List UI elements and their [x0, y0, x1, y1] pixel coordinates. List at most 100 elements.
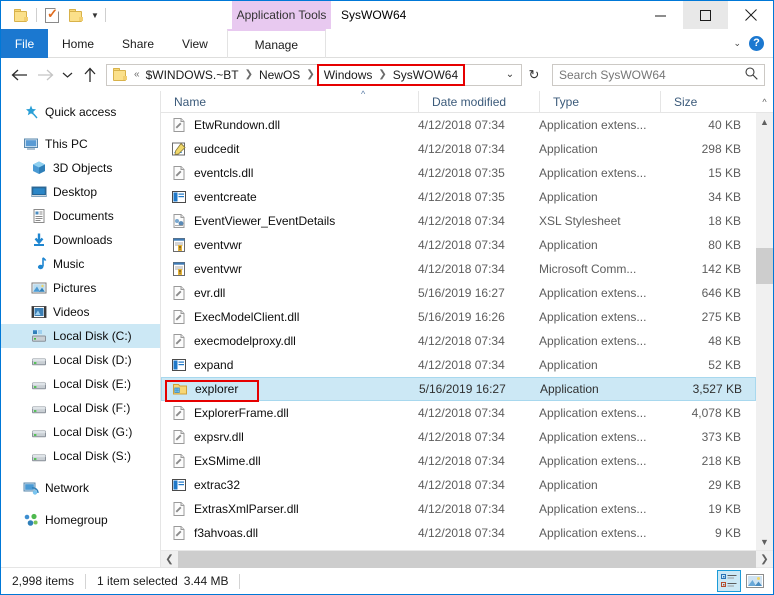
table-row[interactable]: eventvwr 4/12/2018 07:34 Microsoft Comm...… — [161, 257, 756, 281]
horizontal-scrollbar[interactable]: ❮ ❯ — [161, 550, 773, 568]
file-name-cell[interactable]: eudcedit — [161, 141, 418, 157]
sidebar-item-documents[interactable]: Documents — [1, 204, 160, 228]
file-name-cell[interactable]: ExtrasXmlParser.dll — [161, 501, 418, 517]
breadcrumb-item-syswow64[interactable]: SysWOW64 — [390, 68, 461, 82]
minimize-button[interactable] — [638, 1, 683, 29]
table-row[interactable]: explorer 5/16/2019 16:27 Application 3,527 … — [161, 377, 756, 401]
sidebar-item-3d-objects[interactable]: 3D Objects — [1, 156, 160, 180]
file-name-cell[interactable]: eventcls.dll — [161, 165, 418, 181]
sidebar-item-pictures[interactable]: Pictures — [1, 276, 160, 300]
sidebar-item-label: Desktop — [53, 185, 98, 199]
file-name-cell[interactable]: explorer — [162, 381, 419, 397]
column-header-type[interactable]: Type — [539, 90, 660, 113]
table-row[interactable]: ExtrasXmlParser.dll 4/12/2018 07:34 Applic… — [161, 497, 756, 521]
sidebar-item-downloads[interactable]: Downloads — [1, 228, 160, 252]
breadcrumb-address-box[interactable]: « $WINDOWS.~BT ❯ NewOS ❯ Windows ❯ SysWO… — [106, 63, 522, 86]
close-button[interactable] — [728, 1, 773, 29]
tab-file[interactable]: File — [1, 29, 48, 58]
file-name-cell[interactable]: extrac32 — [161, 477, 418, 493]
column-header-name[interactable]: Name ^ — [161, 89, 418, 113]
sidebar-item-local-disk-d[interactable]: Local Disk (D:) — [1, 348, 160, 372]
scroll-left-button[interactable]: ❮ — [161, 551, 178, 568]
table-row[interactable]: eventvwr 4/12/2018 07:34 Application 80 KB — [161, 233, 756, 257]
table-row[interactable]: eventcreate 4/12/2018 07:35 Application 34 … — [161, 185, 756, 209]
folder-icon[interactable] — [9, 2, 33, 28]
recent-locations-button[interactable] — [58, 62, 77, 88]
file-name-cell[interactable]: eventvwr — [161, 237, 418, 253]
search-input[interactable]: Search SysWOW64 — [552, 63, 765, 86]
table-row[interactable]: expand 4/12/2018 07:34 Application 52 KB — [161, 353, 756, 377]
file-name-cell[interactable]: eventvwr — [161, 261, 418, 277]
vertical-scroll-thumb[interactable] — [756, 248, 773, 284]
table-row[interactable]: execmodelproxy.dll 4/12/2018 07:34 Applica… — [161, 329, 756, 353]
chevron-down-icon[interactable]: ⌄ — [499, 69, 521, 80]
tab-share[interactable]: Share — [108, 29, 168, 58]
scroll-down-button[interactable]: ▼ — [756, 533, 773, 550]
up-button[interactable] — [77, 62, 103, 88]
sidebar-item-music[interactable]: Music — [1, 252, 160, 276]
tab-manage[interactable]: Manage — [226, 29, 326, 58]
sidebar-item-local-disk-f[interactable]: Local Disk (F:) — [1, 396, 160, 420]
horizontal-scroll-thumb[interactable] — [178, 550, 756, 568]
file-name-cell[interactable]: execmodelproxy.dll — [161, 333, 418, 349]
table-row[interactable]: EventViewer_EventDetails 4/12/2018 07:34 X… — [161, 209, 756, 233]
search-icon[interactable] — [745, 66, 758, 83]
file-name-cell[interactable]: ExecModelClient.dll — [161, 309, 418, 325]
breadcrumb-overflow[interactable]: « — [131, 69, 143, 80]
sidebar-item-homegroup[interactable]: Homegroup — [1, 508, 160, 532]
sidebar-item-local-disk-c[interactable]: Local Disk (C:) — [1, 324, 160, 348]
file-name-cell[interactable]: ExplorerFrame.dll — [161, 405, 418, 421]
file-name-cell[interactable]: f3ahvoas.dll — [161, 525, 418, 541]
table-row[interactable]: EtwRundown.dll 4/12/2018 07:34 Application… — [161, 113, 756, 137]
sidebar-item-local-disk-s[interactable]: Local Disk (S:) — [1, 444, 160, 468]
table-row[interactable]: eudcedit 4/12/2018 07:34 Application 298 KB — [161, 137, 756, 161]
column-header-date-modified[interactable]: Date modified — [418, 90, 539, 113]
file-name-cell[interactable]: FamilySafetyExt.dll — [161, 549, 418, 550]
chevron-down-icon[interactable]: ⌄ — [733, 38, 741, 49]
scroll-right-button[interactable]: ❯ — [756, 551, 773, 568]
sidebar-item-local-disk-e[interactable]: Local Disk (E:) — [1, 372, 160, 396]
breadcrumb-item-windows[interactable]: Windows — [321, 68, 376, 82]
sidebar-item-videos[interactable]: Videos — [1, 300, 160, 324]
file-name-cell[interactable]: EtwRundown.dll — [161, 117, 418, 133]
details-view-button[interactable] — [717, 570, 741, 592]
refresh-button[interactable]: ↻ — [522, 67, 546, 83]
vertical-scrollbar[interactable]: ▲ ▼ — [756, 113, 773, 550]
sidebar-item-local-disk-g[interactable]: Local Disk (G:) — [1, 420, 160, 444]
sidebar-item-desktop[interactable]: Desktop — [1, 180, 160, 204]
navigation-pane[interactable]: Quick access This PC 3D Objects Desktop Docu… — [1, 91, 161, 567]
new-folder-icon[interactable] — [64, 2, 88, 28]
customize-caret-icon[interactable]: ▼ — [88, 2, 102, 28]
tab-home[interactable]: Home — [48, 29, 108, 58]
table-row[interactable]: ExecModelClient.dll 5/16/2019 16:26 Applic… — [161, 305, 756, 329]
file-name-cell[interactable]: eventcreate — [161, 189, 418, 205]
back-button[interactable] — [6, 62, 32, 88]
large-icons-view-button[interactable] — [743, 570, 767, 592]
breadcrumb-item-newos[interactable]: NewOS — [256, 68, 303, 82]
drive-icon — [31, 424, 51, 440]
sidebar-item-quick-access[interactable]: Quick access — [1, 100, 160, 124]
properties-icon[interactable] — [40, 2, 64, 28]
file-name-cell[interactable]: ExSMime.dll — [161, 453, 418, 469]
file-name-cell[interactable]: expand — [161, 357, 418, 373]
table-row[interactable]: ExSMime.dll 4/12/2018 07:34 Application ex… — [161, 449, 756, 473]
table-row[interactable]: f3ahvoas.dll 4/12/2018 07:34 Application e… — [161, 521, 756, 545]
table-row[interactable]: expsrv.dll 4/12/2018 07:34 Application ext… — [161, 425, 756, 449]
file-name-cell[interactable]: expsrv.dll — [161, 429, 418, 445]
file-name-cell[interactable]: EventViewer_EventDetails — [161, 213, 418, 229]
scroll-up-button[interactable]: ▲ — [756, 113, 773, 130]
file-name-cell[interactable]: evr.dll — [161, 285, 418, 301]
table-row[interactable]: FamilySafetyExt.dll4/12/2018 07:34Applic… — [161, 545, 756, 550]
breadcrumb-item-windows-bt[interactable]: $WINDOWS.~BT — [143, 68, 242, 82]
file-rows[interactable]: EtwRundown.dll 4/12/2018 07:34 Application… — [161, 113, 756, 550]
sidebar-item-this-pc[interactable]: This PC — [1, 132, 160, 156]
tab-view[interactable]: View — [168, 29, 222, 58]
help-icon[interactable]: ? — [749, 35, 764, 51]
table-row[interactable]: extrac32 4/12/2018 07:34 Application 29 KB — [161, 473, 756, 497]
table-row[interactable]: eventcls.dll 4/12/2018 07:35 Application e… — [161, 161, 756, 185]
sidebar-item-network[interactable]: Network — [1, 476, 160, 500]
table-row[interactable]: evr.dll 5/16/2019 16:27 Application extens… — [161, 281, 756, 305]
column-header-size[interactable]: Size — [660, 90, 753, 113]
maximize-button[interactable] — [683, 1, 728, 29]
table-row[interactable]: ExplorerFrame.dll 4/12/2018 07:34 Applicat… — [161, 401, 756, 425]
